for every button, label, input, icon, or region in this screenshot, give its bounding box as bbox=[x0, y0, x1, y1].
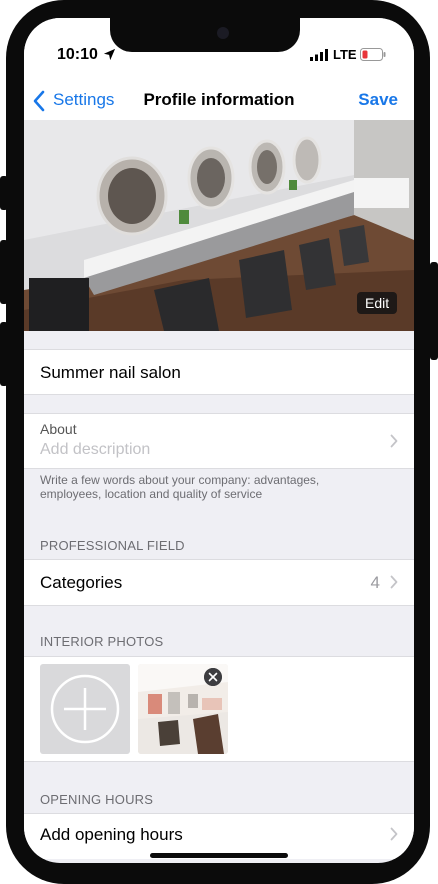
navigation-bar: Settings Profile information Save bbox=[24, 84, 414, 120]
professional-field-header: PROFESSIONAL FIELD bbox=[40, 538, 185, 553]
home-indicator bbox=[150, 853, 288, 858]
divider bbox=[24, 394, 414, 395]
cover-photo[interactable] bbox=[24, 120, 414, 331]
side-button-right bbox=[430, 262, 438, 360]
add-photo-button[interactable] bbox=[40, 664, 130, 754]
company-name-field[interactable]: Summer nail salon bbox=[40, 363, 181, 383]
add-opening-hours-label: Add opening hours bbox=[40, 825, 183, 844]
about-helper-text: Write a few words about your company: ad… bbox=[40, 473, 320, 501]
divider bbox=[24, 813, 414, 814]
page-title: Profile information bbox=[143, 90, 295, 109]
categories-count: 4 bbox=[370, 573, 380, 592]
categories-row[interactable]: Categories 4 bbox=[24, 559, 414, 605]
network-type: LTE bbox=[333, 47, 357, 62]
divider bbox=[24, 559, 414, 560]
status-time: 10:10 bbox=[57, 46, 98, 63]
edit-cover-button[interactable]: Edit bbox=[357, 292, 398, 314]
divider bbox=[24, 605, 414, 606]
notch bbox=[110, 18, 300, 52]
save-button[interactable]: Save bbox=[358, 90, 398, 110]
plus-icon bbox=[50, 674, 120, 744]
divider bbox=[24, 761, 414, 762]
about-description-input[interactable]: Add description bbox=[40, 441, 150, 459]
screen: 10:10 LTE Settings Profile information S… bbox=[24, 18, 414, 863]
front-camera bbox=[217, 27, 229, 39]
divider bbox=[24, 349, 414, 350]
chevron-right-icon bbox=[390, 434, 398, 448]
close-icon[interactable] bbox=[204, 668, 222, 686]
location-arrow-icon bbox=[103, 48, 116, 61]
interior-photos-header: INTERIOR PHOTOS bbox=[40, 634, 164, 649]
chevron-right-icon bbox=[390, 827, 398, 841]
side-button-left-1 bbox=[0, 176, 8, 210]
about-label: About bbox=[40, 421, 77, 437]
about-row[interactable]: About Add description bbox=[24, 413, 414, 468]
battery-icon bbox=[360, 48, 386, 61]
side-button-left-2 bbox=[0, 240, 8, 304]
chevron-right-icon bbox=[390, 575, 398, 589]
side-button-left-3 bbox=[0, 322, 8, 386]
categories-label: Categories bbox=[40, 573, 123, 592]
opening-hours-header: OPENING HOURS bbox=[40, 792, 154, 807]
salon-interior-image bbox=[24, 120, 414, 331]
divider bbox=[24, 656, 414, 657]
divider bbox=[24, 468, 414, 469]
signal-icon bbox=[310, 49, 328, 61]
divider bbox=[24, 413, 414, 414]
company-name-row[interactable]: Summer nail salon bbox=[24, 349, 414, 395]
